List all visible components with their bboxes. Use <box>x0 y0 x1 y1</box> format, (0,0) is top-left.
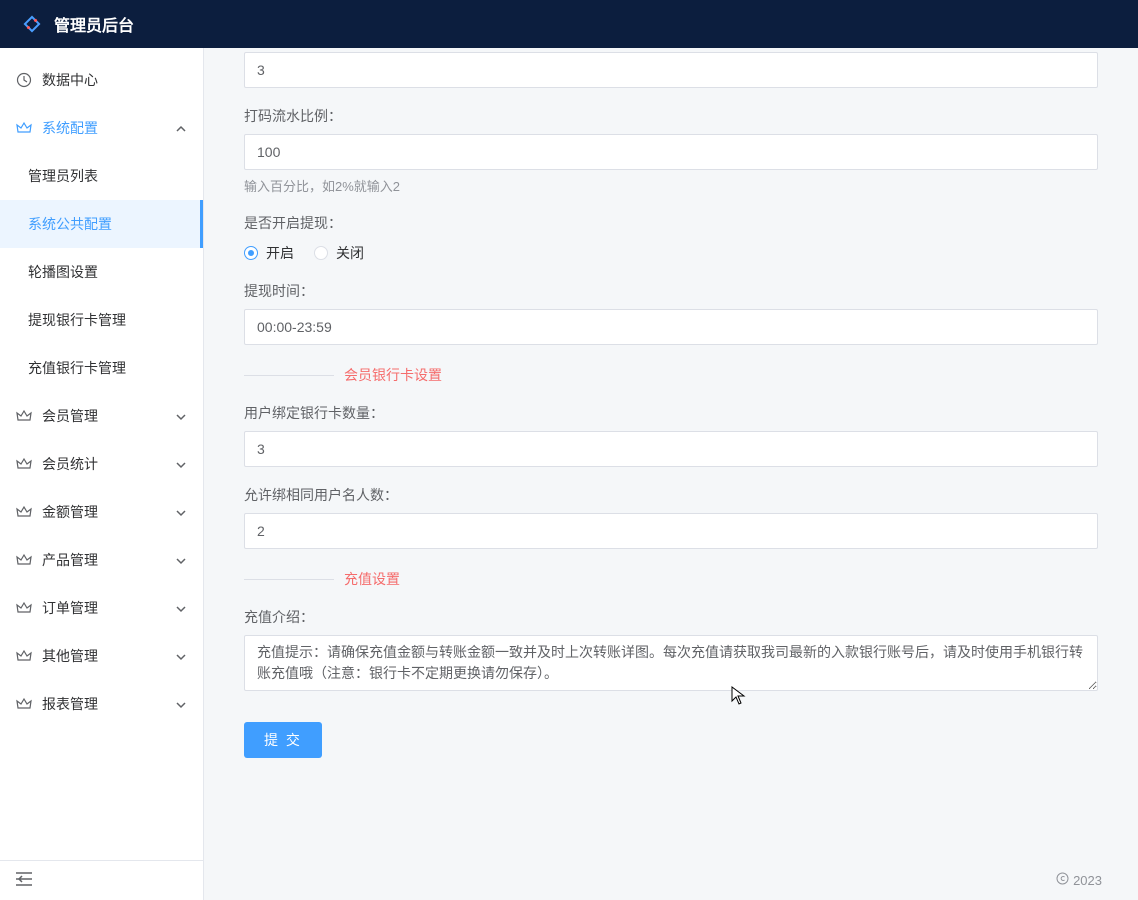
logo-icon <box>20 12 44 36</box>
sidebar-item-label: 数据中心 <box>42 70 187 90</box>
same-name-input[interactable] <box>244 513 1098 549</box>
crown-icon <box>16 552 32 568</box>
crown-icon <box>16 696 32 712</box>
sidebar-subitem-recharge-bank[interactable]: 充值银行卡管理 <box>0 344 203 392</box>
radio-label: 关闭 <box>336 243 364 263</box>
bankcard-count-label: 用户绑定银行卡数量： <box>244 403 1098 423</box>
footer-copyright: 2023 <box>1056 872 1102 888</box>
sidebar-item-label: 系统公共配置 <box>28 214 112 234</box>
sidebar-item-amount-manage[interactable]: 金额管理 <box>0 488 203 536</box>
chevron-down-icon <box>175 506 187 518</box>
sidebar-item-label: 充值银行卡管理 <box>28 358 126 378</box>
sidebar-item-data-center[interactable]: 数据中心 <box>0 56 203 104</box>
radio-withdraw-on[interactable]: 开启 <box>244 243 294 263</box>
sidebar-item-label: 会员统计 <box>42 454 175 474</box>
sidebar-item-other-manage[interactable]: 其他管理 <box>0 632 203 680</box>
sidebar-item-label: 会员管理 <box>42 406 175 426</box>
damashui-label: 打码流水比例： <box>244 106 1098 126</box>
radio-withdraw-off[interactable]: 关闭 <box>314 243 364 263</box>
sidebar-item-label: 其他管理 <box>42 646 175 666</box>
section-title: 充值设置 <box>344 569 400 589</box>
withdraw-enable-label: 是否开启提现： <box>244 213 1098 233</box>
crown-icon <box>16 120 32 136</box>
chevron-down-icon <box>175 458 187 470</box>
chevron-down-icon <box>175 698 187 710</box>
copyright-icon <box>1056 872 1069 888</box>
damashui-input[interactable] <box>244 134 1098 170</box>
chevron-down-icon <box>175 554 187 566</box>
crown-icon <box>16 456 32 472</box>
sidebar-item-product-manage[interactable]: 产品管理 <box>0 536 203 584</box>
crown-icon <box>16 648 32 664</box>
sidebar-item-label: 报表管理 <box>42 694 175 714</box>
chevron-down-icon <box>175 602 187 614</box>
chevron-down-icon <box>175 650 187 662</box>
radio-label: 开启 <box>266 243 294 263</box>
radio-icon <box>314 246 328 260</box>
sidebar-subitem-public-config[interactable]: 系统公共配置 <box>0 200 203 248</box>
sidebar-item-label: 金额管理 <box>42 502 175 522</box>
sidebar-collapse-toggle[interactable] <box>0 860 203 900</box>
clock-icon <box>16 72 32 88</box>
sidebar-item-report-manage[interactable]: 报表管理 <box>0 680 203 728</box>
recharge-intro-textarea[interactable] <box>244 635 1098 691</box>
sidebar-item-label: 系统配置 <box>42 118 175 138</box>
copyright-year: 2023 <box>1073 873 1102 888</box>
sidebar-item-member-manage[interactable]: 会员管理 <box>0 392 203 440</box>
chevron-down-icon <box>175 410 187 422</box>
app-title: 管理员后台 <box>54 12 134 36</box>
crown-icon <box>16 408 32 424</box>
collapse-icon <box>16 872 32 889</box>
sidebar-item-label: 产品管理 <box>42 550 175 570</box>
submit-button[interactable]: 提 交 <box>244 722 322 758</box>
section-divider-recharge: 充值设置 <box>244 569 1098 589</box>
sidebar-subitem-carousel[interactable]: 轮播图设置 <box>0 248 203 296</box>
sidebar-item-label: 提现银行卡管理 <box>28 310 126 330</box>
section-title: 会员银行卡设置 <box>344 365 442 385</box>
main-content: 打码流水比例： 输入百分比，如2%就输入2 是否开启提现： 开启 关闭 <box>204 48 1138 900</box>
app-header: 管理员后台 <box>0 0 1138 48</box>
sidebar-subitem-admin-list[interactable]: 管理员列表 <box>0 152 203 200</box>
withdraw-time-input[interactable] <box>244 309 1098 345</box>
crown-icon <box>16 600 32 616</box>
sidebar-item-system-config[interactable]: 系统配置 <box>0 104 203 152</box>
same-name-label: 允许绑相同用户名人数： <box>244 485 1098 505</box>
sidebar-item-label: 轮播图设置 <box>28 262 98 282</box>
sidebar: 数据中心 系统配置 管理员列表 系统公共配置 轮播图设置 提现银行卡管理 充值银… <box>0 48 204 900</box>
bankcard-count-input[interactable] <box>244 431 1098 467</box>
sidebar-item-label: 订单管理 <box>42 598 175 618</box>
damashui-help: 输入百分比，如2%就输入2 <box>244 176 1098 195</box>
sidebar-item-order-manage[interactable]: 订单管理 <box>0 584 203 632</box>
chevron-up-icon <box>175 122 187 134</box>
top-number-input[interactable] <box>244 52 1098 88</box>
crown-icon <box>16 504 32 520</box>
sidebar-subitem-withdraw-bank[interactable]: 提现银行卡管理 <box>0 296 203 344</box>
withdraw-time-label: 提现时间： <box>244 281 1098 301</box>
sidebar-item-label: 管理员列表 <box>28 166 98 186</box>
section-divider-bankcard: 会员银行卡设置 <box>244 365 1098 385</box>
recharge-intro-label: 充值介绍： <box>244 607 1098 627</box>
radio-icon <box>244 246 258 260</box>
sidebar-item-member-stats[interactable]: 会员统计 <box>0 440 203 488</box>
